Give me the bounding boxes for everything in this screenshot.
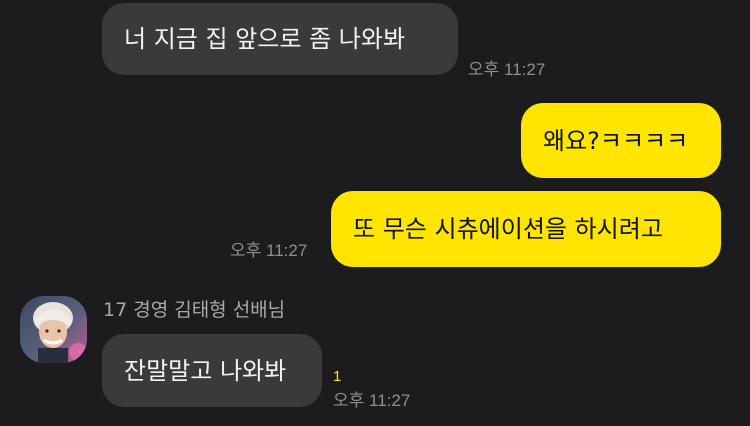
message-timestamp: 오후 11:27 <box>230 241 308 260</box>
message-timestamp: 오후 11:27 <box>468 60 546 79</box>
incoming-message-bubble[interactable]: 잔말말고 나와봐 <box>102 334 322 407</box>
message-text: 너 지금 집 앞으로 좀 나와봐 <box>124 25 406 53</box>
outgoing-message-bubble[interactable]: 또 무슨 시츄에이션을 하시려고 <box>331 191 721 267</box>
unread-count-badge: 1 <box>333 368 342 385</box>
sender-avatar[interactable] <box>20 296 87 363</box>
message-text: 왜요?ㅋㅋㅋㅋ <box>543 126 689 155</box>
message-text: 또 무슨 시츄에이션을 하시려고 <box>353 215 663 243</box>
message-text: 잔말말고 나와봐 <box>124 356 287 385</box>
message-timestamp: 오후 11:27 <box>333 391 411 410</box>
incoming-message-bubble[interactable]: 너 지금 집 앞으로 좀 나와봐 <box>102 3 458 75</box>
chat-room: 너 지금 집 앞으로 좀 나와봐 오후 11:27 왜요?ㅋㅋㅋㅋ 오후 11:… <box>0 0 750 426</box>
outgoing-message-bubble[interactable]: 왜요?ㅋㅋㅋㅋ <box>521 103 721 178</box>
avatar-photo-icon <box>20 296 87 363</box>
sender-name: 17 경영 김태형 선배님 <box>103 299 286 321</box>
